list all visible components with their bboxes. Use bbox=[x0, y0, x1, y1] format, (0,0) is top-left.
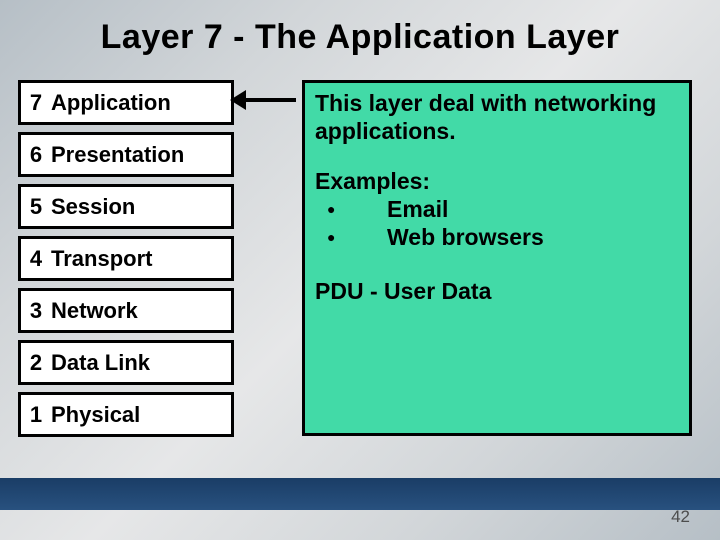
osi-layer-list: 7 Application 6 Presentation 5 Session 4… bbox=[18, 80, 234, 437]
layer-3-network: 3 Network bbox=[18, 288, 234, 333]
examples-block: Examples: Email Web browsers bbox=[315, 167, 681, 251]
example-item: Email bbox=[319, 195, 681, 223]
layer-1-physical: 1 Physical bbox=[18, 392, 234, 437]
layer-label: Data Link bbox=[51, 343, 231, 382]
examples-label: Examples: bbox=[315, 167, 681, 195]
layer-label: Transport bbox=[51, 239, 231, 278]
layer-5-session: 5 Session bbox=[18, 184, 234, 229]
layer-4-transport: 4 Transport bbox=[18, 236, 234, 281]
layer-number: 1 bbox=[21, 395, 51, 434]
content-area: 7 Application 6 Presentation 5 Session 4… bbox=[18, 80, 692, 437]
layer-7-application: 7 Application bbox=[18, 80, 234, 125]
layer-label: Session bbox=[51, 187, 231, 226]
arrow-line-icon bbox=[238, 98, 296, 102]
layer-label: Application bbox=[51, 83, 231, 122]
layer-number: 3 bbox=[21, 291, 51, 330]
pdu-text: PDU - User Data bbox=[315, 277, 681, 305]
arrow-left-icon bbox=[230, 90, 246, 110]
layer-number: 2 bbox=[21, 343, 51, 382]
layer-number: 4 bbox=[21, 239, 51, 278]
footer-bar bbox=[0, 478, 720, 510]
description-summary: This layer deal with networking applicat… bbox=[315, 89, 681, 145]
layer-label: Presentation bbox=[51, 135, 231, 174]
layer-2-data-link: 2 Data Link bbox=[18, 340, 234, 385]
layer-number: 7 bbox=[21, 83, 51, 122]
layer-6-presentation: 6 Presentation bbox=[18, 132, 234, 177]
layer-number: 6 bbox=[21, 135, 51, 174]
slide-title: Layer 7 - The Application Layer bbox=[0, 0, 720, 57]
example-item: Web browsers bbox=[319, 223, 681, 251]
page-number: 42 bbox=[671, 507, 690, 527]
examples-list: Email Web browsers bbox=[315, 195, 681, 251]
layer-number: 5 bbox=[21, 187, 51, 226]
layer-label: Network bbox=[51, 291, 231, 330]
description-box: This layer deal with networking applicat… bbox=[302, 80, 692, 436]
layer-label: Physical bbox=[51, 395, 231, 434]
pointer-arrow bbox=[234, 80, 302, 437]
